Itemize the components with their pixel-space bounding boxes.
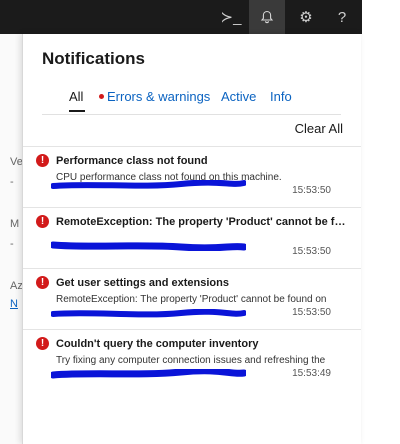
- notification-time: 15:53:50: [292, 307, 331, 318]
- background-page: Ve - M - Az N: [0, 34, 23, 444]
- bell-svg: [260, 10, 274, 24]
- notification-title: RemoteException: The property 'Product' …: [56, 216, 346, 228]
- notification-title: Performance class not found: [56, 155, 208, 167]
- gear-glyph: ⚙: [299, 9, 313, 26]
- help-glyph: ?: [337, 8, 347, 26]
- tab-active[interactable]: Active: [221, 89, 256, 104]
- notification-item[interactable]: ! Get user settings and extensions Remot…: [23, 268, 361, 329]
- terminal-icon[interactable]: ≻_: [213, 0, 249, 34]
- top-bar: ≻_ ⚙ ?: [0, 0, 362, 34]
- redaction-scribble: [51, 309, 246, 318]
- notification-message: Try fixing any computer connection issue…: [56, 355, 326, 366]
- bg-fragment: Az: [10, 280, 23, 292]
- divider: [42, 114, 341, 115]
- redaction-scribble: [51, 180, 246, 189]
- bg-fragment: -: [10, 238, 14, 250]
- clear-all-button[interactable]: Clear All: [295, 121, 343, 136]
- tab-label: Active: [221, 89, 257, 104]
- terminal-glyph: ≻_: [220, 9, 242, 26]
- bg-fragment: -: [10, 176, 14, 188]
- tab-selected-indicator: [69, 110, 85, 112]
- bg-link[interactable]: N: [10, 298, 18, 310]
- bell-icon[interactable]: [249, 0, 285, 34]
- tab-label: All: [69, 89, 84, 104]
- tab-errors-warnings[interactable]: Errors & warnings: [99, 89, 210, 104]
- error-dot-icon: [99, 94, 104, 99]
- notification-list: ! Performance class not found CPU perfor…: [23, 146, 361, 390]
- error-icon: !: [36, 337, 49, 350]
- notification-time: 15:53:50: [292, 246, 331, 257]
- notification-item[interactable]: ! Couldn't query the computer inventory …: [23, 329, 361, 390]
- redaction-scribble: [51, 241, 246, 251]
- notification-time: 15:53:50: [292, 185, 331, 196]
- notification-item[interactable]: ! Performance class not found CPU perfor…: [23, 146, 361, 207]
- tab-all[interactable]: All: [69, 89, 85, 112]
- tab-label: Info: [270, 89, 292, 104]
- error-icon: !: [36, 154, 49, 167]
- error-icon: !: [36, 215, 49, 228]
- notifications-panel: Notifications All Errors & warnings Acti…: [22, 34, 361, 444]
- notification-title: Couldn't query the computer inventory: [56, 338, 259, 350]
- panel-title: Notifications: [42, 49, 145, 68]
- tab-label: Errors & warnings: [107, 89, 211, 104]
- bg-fragment: M: [10, 218, 20, 230]
- notification-message: RemoteException: The property 'Product' …: [56, 294, 327, 305]
- notification-item[interactable]: ! RemoteException: The property 'Product…: [23, 207, 361, 268]
- error-icon: !: [36, 276, 49, 289]
- gear-icon[interactable]: ⚙: [288, 0, 324, 34]
- help-icon[interactable]: ?: [324, 0, 360, 34]
- right-margin: [362, 0, 400, 444]
- tab-info[interactable]: Info: [270, 89, 292, 104]
- redaction-scribble: [51, 369, 246, 379]
- notification-title: Get user settings and extensions: [56, 277, 229, 289]
- bg-fragment: Ve: [10, 156, 23, 168]
- notification-time: 15:53:49: [292, 368, 331, 379]
